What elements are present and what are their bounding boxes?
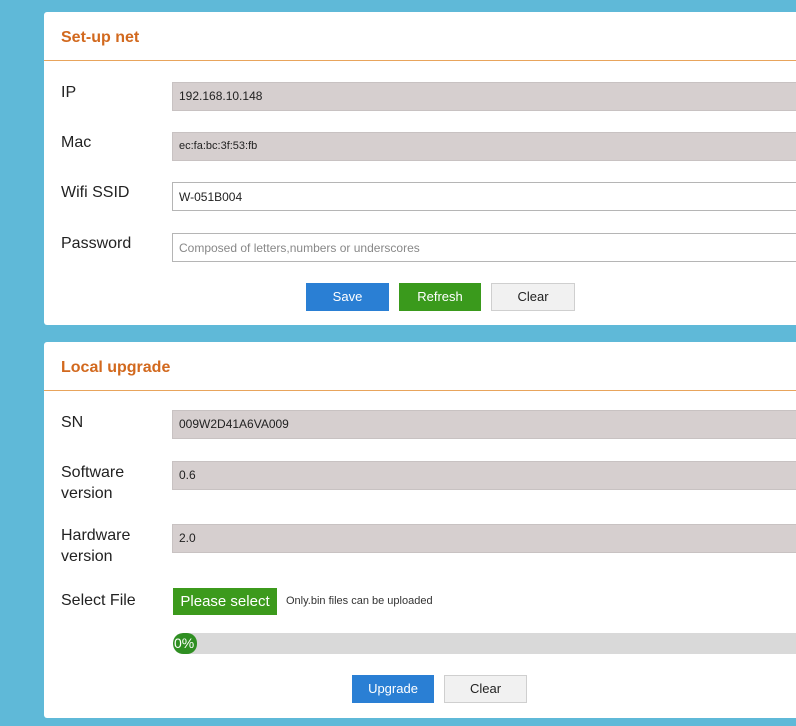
hardware-version-label-line1: Hardware (61, 527, 131, 544)
local-upgrade-panel: Local upgrade SN 009W2D41A6VA009 Softwar… (44, 342, 796, 718)
local-upgrade-title: Local upgrade (61, 359, 171, 376)
local-upgrade-header: Local upgrade (44, 342, 796, 391)
please-select-button[interactable]: Please select (173, 588, 277, 615)
mac-label: Mac (61, 134, 92, 151)
software-version-label: Software version (61, 462, 124, 504)
setup-net-panel: Set-up net IP 192.168.10.148 Mac ec:fa:b… (44, 12, 796, 325)
ip-label: IP (61, 84, 77, 101)
mac-field: ec:fa:bc:3f:53:fb (172, 132, 796, 161)
clear-upgrade-button[interactable]: Clear (444, 675, 527, 703)
setup-net-header: Set-up net (44, 12, 796, 61)
upgrade-progress-bar: 0% (173, 633, 796, 654)
file-type-hint: Only.bin files can be uploaded (286, 595, 433, 607)
sn-field: 009W2D41A6VA009 (172, 410, 796, 439)
hardware-version-field: 2.0 (172, 524, 796, 553)
ip-field: 192.168.10.148 (172, 82, 796, 111)
save-button[interactable]: Save (306, 283, 389, 311)
refresh-button[interactable]: Refresh (399, 283, 481, 311)
software-version-label-line1: Software (61, 464, 125, 481)
upgrade-progress-text: 0% (174, 635, 195, 651)
software-version-field: 0.6 (172, 461, 796, 490)
wifi-ssid-label: Wifi SSID (61, 184, 130, 201)
password-label: Password (61, 235, 132, 252)
setup-net-title: Set-up net (61, 29, 140, 46)
hardware-version-label-line2: version (61, 548, 113, 565)
clear-net-button[interactable]: Clear (491, 283, 575, 311)
hardware-version-label: Hardware version (61, 525, 130, 567)
wifi-ssid-input[interactable] (172, 182, 796, 211)
password-input[interactable] (172, 233, 796, 262)
upgrade-button[interactable]: Upgrade (352, 675, 434, 703)
select-file-label: Select File (61, 592, 136, 609)
sn-label: SN (61, 414, 84, 431)
software-version-label-line2: version (61, 485, 113, 502)
